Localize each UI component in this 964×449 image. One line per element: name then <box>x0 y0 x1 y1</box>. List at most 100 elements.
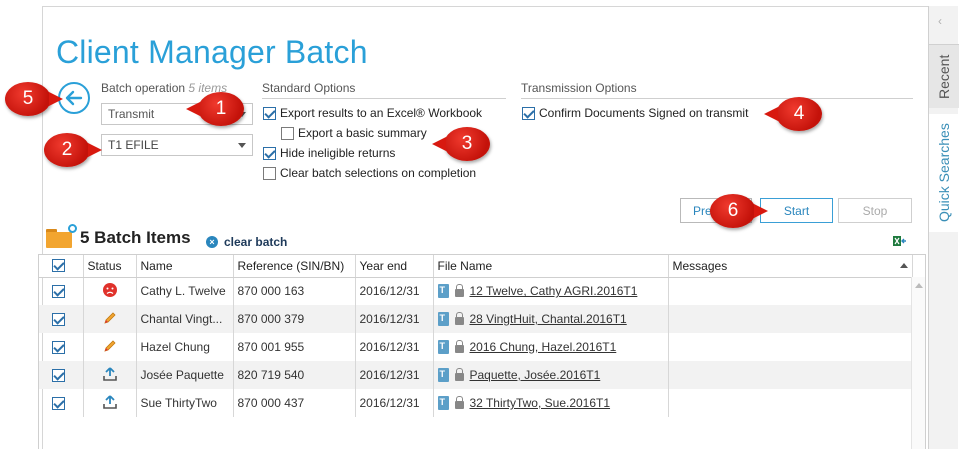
stop-button[interactable]: Stop <box>838 198 912 223</box>
tab-recent-label: Recent <box>936 54 952 99</box>
lock-icon <box>454 340 464 353</box>
chevron-down-icon <box>238 143 246 148</box>
callout-5: 5 <box>5 82 63 116</box>
export-excel-option[interactable]: Export results to an Excel® Workbook <box>263 106 482 120</box>
clear-batch-link[interactable]: × clear batch <box>206 235 287 249</box>
side-panel: ‹ Recent Quick Searches <box>928 6 959 449</box>
row-checkbox[interactable] <box>52 312 66 326</box>
row-name: Chantal Vingt... <box>136 305 234 333</box>
transmission-options-label: Transmission Options <box>521 81 637 95</box>
file-link[interactable]: 12 Twelve, Cathy AGRI.2016T1 <box>470 284 638 298</box>
page-title: Client Manager Batch <box>56 34 368 70</box>
select-all-header[interactable] <box>39 255 84 278</box>
table-row[interactable]: Sue ThirtyTwo 870 000 437 2016/12/31 32 … <box>39 389 913 417</box>
clear-selections-label: Clear batch selections on completion <box>280 166 477 180</box>
tax-file-icon <box>437 340 449 354</box>
batch-type-select[interactable]: T1 EFILE <box>101 134 253 156</box>
scroll-up-icon[interactable] <box>915 283 923 288</box>
hide-ineligible-checkbox[interactable] <box>263 146 276 160</box>
header-status[interactable]: Status <box>83 255 137 278</box>
lock-icon <box>454 312 464 325</box>
start-button[interactable]: Start <box>760 198 833 223</box>
row-checkbox[interactable] <box>52 396 66 410</box>
table-row[interactable]: Josée Paquette 820 719 540 2016/12/31 Pa… <box>39 361 913 389</box>
file-link[interactable]: Paquette, Josée.2016T1 <box>470 368 601 382</box>
row-year-end: 2016/12/31 <box>355 277 434 305</box>
error-face-icon <box>102 282 117 297</box>
upload-icon <box>102 394 117 409</box>
row-name: Josée Paquette <box>136 361 234 389</box>
confirm-signed-checkbox[interactable] <box>522 106 535 120</box>
table-row[interactable]: Chantal Vingt... 870 000 379 2016/12/31 … <box>39 305 913 333</box>
confirm-signed-label: Confirm Documents Signed on transmit <box>539 106 749 120</box>
standard-options-divider <box>262 98 506 99</box>
batch-type-value: T1 EFILE <box>108 138 159 152</box>
clear-selections-option[interactable]: Clear batch selections on completion <box>263 166 476 180</box>
sort-ascending-icon <box>899 262 908 268</box>
batch-operation-text: Batch operation <box>101 81 186 95</box>
row-name: Sue ThirtyTwo <box>136 389 234 417</box>
table-row[interactable]: Hazel Chung 870 001 955 2016/12/31 2016 … <box>39 333 913 361</box>
header-reference[interactable]: Reference (SIN/BN) <box>233 255 356 278</box>
arrow-left-icon <box>65 90 83 106</box>
row-messages <box>668 333 913 361</box>
table-header-row: Status Name Reference (SIN/BN) Year end … <box>39 255 913 278</box>
vertical-scrollbar[interactable] <box>911 277 925 449</box>
row-year-end: 2016/12/31 <box>355 389 434 417</box>
batch-items-header: 5 Batch Items <box>46 224 191 248</box>
row-checkbox[interactable] <box>52 340 66 354</box>
callout-6: 6 <box>710 194 768 228</box>
export-excel-checkbox[interactable] <box>263 106 276 120</box>
hide-ineligible-option[interactable]: Hide ineligible returns <box>263 146 395 160</box>
row-reference: 870 000 437 <box>233 389 356 417</box>
row-reference: 870 000 379 <box>233 305 356 333</box>
standard-options-label: Standard Options <box>262 81 356 95</box>
tab-recent[interactable]: Recent <box>929 44 959 108</box>
row-reference: 820 719 540 <box>233 361 356 389</box>
row-checkbox[interactable] <box>52 368 66 382</box>
header-file-name[interactable]: File Name <box>433 255 669 278</box>
lock-icon <box>454 284 464 298</box>
tax-file-icon <box>437 312 449 326</box>
file-link[interactable]: 28 VingtHuit, Chantal.2016T1 <box>470 312 627 326</box>
confirm-signed-option[interactable]: Confirm Documents Signed on transmit <box>522 106 748 120</box>
row-checkbox[interactable] <box>52 284 66 298</box>
tab-quick-searches[interactable]: Quick Searches <box>929 114 959 232</box>
row-name: Hazel Chung <box>136 333 234 361</box>
table-row[interactable]: Cathy L. Twelve 870 000 163 2016/12/31 1… <box>39 277 913 305</box>
clear-batch-label: clear batch <box>224 235 288 249</box>
collapse-chevron-icon[interactable]: ‹ <box>938 14 942 28</box>
clear-selections-checkbox[interactable] <box>263 166 276 180</box>
batch-operation-value: Transmit <box>108 107 155 121</box>
callout-1: 1 <box>186 92 244 126</box>
tax-file-icon <box>437 284 449 299</box>
export-excel-label: Export results to an Excel® Workbook <box>280 106 483 120</box>
row-messages <box>668 305 913 333</box>
export-summary-option[interactable]: Export a basic summary <box>281 126 427 140</box>
callout-2: 2 <box>44 133 102 167</box>
excel-export-icon[interactable] <box>893 234 907 248</box>
header-name[interactable]: Name <box>136 255 234 278</box>
row-year-end: 2016/12/31 <box>355 333 434 361</box>
tab-quick-searches-label: Quick Searches <box>936 123 952 223</box>
tax-file-icon <box>437 368 449 382</box>
pencil-icon <box>103 339 116 352</box>
header-messages-label: Messages <box>672 258 728 273</box>
export-summary-checkbox[interactable] <box>281 126 294 140</box>
select-all-checkbox[interactable] <box>52 259 66 273</box>
row-messages <box>668 277 913 305</box>
callout-3: 3 <box>432 127 490 161</box>
lock-icon <box>454 396 464 409</box>
folder-icon <box>46 224 77 248</box>
row-reference: 870 001 955 <box>233 333 356 361</box>
row-year-end: 2016/12/31 <box>355 305 434 333</box>
header-messages[interactable]: Messages <box>668 255 913 278</box>
file-link[interactable]: 2016 Chung, Hazel.2016T1 <box>470 340 617 354</box>
pencil-icon <box>103 311 116 324</box>
lock-icon <box>454 368 464 381</box>
batch-items-table: Status Name Reference (SIN/BN) Year end … <box>38 254 926 449</box>
row-messages <box>668 389 913 417</box>
close-icon: × <box>206 236 218 248</box>
header-year-end[interactable]: Year end <box>355 255 434 278</box>
file-link[interactable]: 32 ThirtyTwo, Sue.2016T1 <box>470 396 611 410</box>
